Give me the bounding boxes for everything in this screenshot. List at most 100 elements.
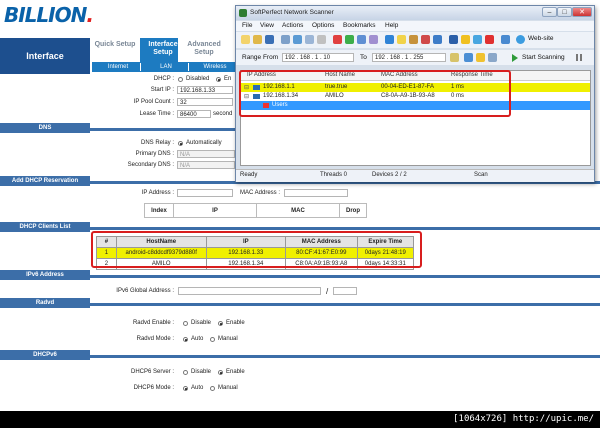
dns-relay-auto-radio[interactable] bbox=[178, 141, 183, 146]
website-label[interactable]: Web-site bbox=[528, 35, 554, 42]
dhcp-enabled-radio[interactable] bbox=[216, 77, 221, 82]
menu-bookmarks[interactable]: Bookmarks bbox=[343, 22, 376, 29]
col-mac: MAC bbox=[256, 203, 340, 218]
radvd-auto-label: Auto bbox=[191, 336, 204, 342]
radvd-manual-label: Manual bbox=[218, 336, 238, 342]
save-icon[interactable] bbox=[265, 35, 274, 44]
start-ip-input[interactable]: 192.168.1.33 bbox=[177, 86, 233, 94]
grid-icon[interactable] bbox=[293, 35, 302, 44]
stop-icon[interactable] bbox=[421, 35, 430, 44]
subtab-wireless[interactable]: Wireless bbox=[192, 63, 239, 71]
ipv6-global-label: IPv6 Global Address : bbox=[116, 288, 174, 294]
delete-icon[interactable] bbox=[333, 35, 342, 44]
menu-options[interactable]: Options bbox=[312, 22, 334, 29]
dns-relay-value: Automatically bbox=[186, 140, 222, 146]
network-icon[interactable] bbox=[385, 35, 394, 44]
range-star-icon[interactable] bbox=[476, 53, 485, 62]
subtab-internet[interactable]: Internet bbox=[96, 63, 141, 71]
computer-icon[interactable] bbox=[433, 35, 442, 44]
dhcp6-manual-radio[interactable] bbox=[210, 386, 215, 391]
menu-file[interactable]: File bbox=[242, 22, 252, 29]
filter-icon[interactable] bbox=[369, 35, 378, 44]
start-scanning-button[interactable]: Start Scanning bbox=[522, 54, 565, 61]
dhcp6-mode-label: DHCP6 Mode : bbox=[133, 385, 174, 391]
dhcp6-enable-radio[interactable] bbox=[218, 370, 223, 375]
tab-advanced-setup[interactable]: Advanced Setup bbox=[178, 38, 230, 62]
dhcp6-disable-radio[interactable] bbox=[183, 370, 188, 375]
secondary-dns-input[interactable]: N/A bbox=[177, 161, 235, 169]
app-icon bbox=[239, 9, 247, 17]
chat-icon[interactable] bbox=[473, 35, 482, 44]
open-icon[interactable] bbox=[253, 35, 262, 44]
range-options-icon[interactable] bbox=[488, 53, 497, 62]
dns-band: DNS bbox=[0, 123, 90, 133]
scanner-menubar: File View Actions Options Bookmarks Help bbox=[236, 21, 594, 31]
folder-icon[interactable] bbox=[461, 35, 470, 44]
scanner-toolbar: Web-site bbox=[236, 32, 594, 48]
status-ready: Ready bbox=[240, 172, 258, 178]
play-icon[interactable] bbox=[512, 54, 518, 62]
billion-logo: BILLION. bbox=[4, 3, 94, 27]
close-button[interactable]: ✕ bbox=[572, 7, 592, 17]
menu-actions[interactable]: Actions bbox=[282, 22, 303, 29]
reservation-table: Index IP MAC Drop bbox=[144, 203, 367, 218]
radvd-disable-label: Disable bbox=[191, 320, 212, 326]
monitor-icon[interactable] bbox=[449, 35, 458, 44]
new-icon[interactable] bbox=[241, 35, 250, 44]
reservation-ip-input[interactable] bbox=[177, 189, 233, 197]
menu-view[interactable]: View bbox=[260, 22, 274, 29]
reservation-band: Add DHCP Reservation bbox=[0, 176, 90, 186]
range-folder-icon[interactable] bbox=[450, 53, 459, 62]
dhcp6-disable-label: Disable bbox=[191, 369, 212, 375]
heart-icon[interactable] bbox=[485, 35, 494, 44]
ipv6-global-input[interactable] bbox=[178, 287, 321, 295]
tools-icon[interactable] bbox=[409, 35, 418, 44]
minimize-button[interactable]: – bbox=[542, 7, 557, 17]
tab-quick-setup[interactable]: Quick Setup bbox=[92, 38, 138, 62]
help-icon[interactable] bbox=[501, 35, 510, 44]
dhcp-enabled-label: En bbox=[224, 76, 232, 82]
subtab-lan[interactable]: LAN bbox=[144, 63, 189, 71]
range-to-input[interactable]: 192 . 168 . 1 . 255 bbox=[372, 53, 446, 62]
radvd-band-line bbox=[90, 303, 600, 306]
menu-help[interactable]: Help bbox=[385, 22, 398, 29]
range-from-input[interactable]: 192 . 168 . 1 . 10 bbox=[282, 53, 354, 62]
lease-time-label: Lease Time : bbox=[139, 111, 174, 117]
scanner-titlebar[interactable]: SoftPerfect Network Scanner – □ ✕ bbox=[236, 6, 594, 20]
list-icon[interactable] bbox=[281, 35, 290, 44]
radvd-enable-radio[interactable] bbox=[218, 321, 223, 326]
bulb-icon[interactable] bbox=[397, 35, 406, 44]
pause-icon[interactable] bbox=[576, 54, 582, 61]
dhcp6-manual-label: Manual bbox=[218, 385, 238, 391]
maximize-button[interactable]: □ bbox=[557, 7, 572, 17]
reservation-mac-input[interactable] bbox=[284, 189, 348, 197]
col-drop: Drop bbox=[339, 203, 367, 218]
dhcp6-enable-label: Enable bbox=[226, 369, 245, 375]
refresh-icon[interactable] bbox=[357, 35, 366, 44]
range-from-label: Range From bbox=[242, 54, 279, 61]
secondary-dns-label: Secondary DNS : bbox=[127, 162, 174, 168]
ipv6-prefix-input[interactable] bbox=[333, 287, 357, 295]
ip-pool-count-label: IP Pool Count : bbox=[133, 99, 174, 105]
radvd-disable-radio[interactable] bbox=[183, 321, 188, 326]
dhcp-disabled-radio[interactable] bbox=[178, 77, 183, 82]
add-icon[interactable] bbox=[345, 35, 354, 44]
globe-icon[interactable] bbox=[516, 35, 525, 44]
logo-text: BILLION bbox=[4, 3, 87, 27]
radvd-mode-label: Radvd Mode : bbox=[136, 336, 174, 342]
col-ip: IP bbox=[173, 203, 257, 218]
radvd-manual-radio[interactable] bbox=[210, 337, 215, 342]
lease-time-input[interactable]: 86400 bbox=[177, 110, 211, 118]
radvd-auto-radio[interactable] bbox=[183, 337, 188, 342]
scan-results-highlight-box bbox=[239, 70, 511, 117]
primary-dns-input[interactable]: N/A bbox=[177, 150, 235, 158]
range-list-icon[interactable] bbox=[464, 53, 473, 62]
tree-icon[interactable] bbox=[305, 35, 314, 44]
ip-pool-count-input[interactable]: 32 bbox=[177, 98, 233, 106]
clients-band-line bbox=[90, 227, 600, 230]
scanner-title: SoftPerfect Network Scanner bbox=[250, 9, 334, 16]
copy-icon[interactable] bbox=[317, 35, 326, 44]
dhcp6-auto-radio[interactable] bbox=[183, 386, 188, 391]
start-ip-label: Start IP : bbox=[150, 87, 174, 93]
radvd-band: Radvd bbox=[0, 298, 90, 308]
